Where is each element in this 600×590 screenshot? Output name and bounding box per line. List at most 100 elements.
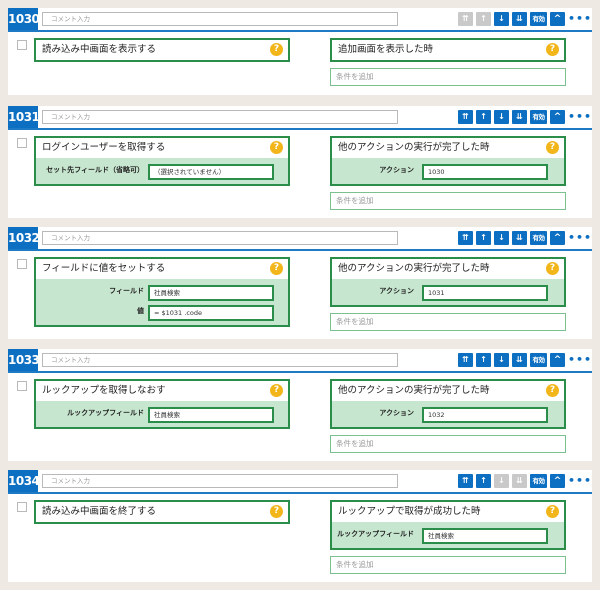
field-value[interactable]: （選択されていません） [148,164,274,180]
action-fields: セット先フィールド（省略可） （選択されていません） [36,158,288,184]
step-checkbox[interactable] [17,40,27,50]
move-top-button[interactable]: ⇈ [458,110,473,124]
collapse-button[interactable]: ^ [550,474,565,488]
step-header: 1034 コメント入力 ⇈ ↑ ↓ ⇊ 有効 ^ ••• [8,470,592,494]
help-icon[interactable]: ? [546,141,559,154]
field-label: セット先フィールド（省略可） [46,166,144,174]
field-value[interactable]: 社員検索 [148,285,274,301]
step-toolbar: ⇈ ↑ ↓ ⇊ 有効 ^ ••• [458,353,591,367]
comment-input[interactable]: コメント入力 [42,353,398,367]
help-icon[interactable]: ? [546,43,559,56]
step-number: 1034 [8,470,40,492]
action-title: 読み込み中画面を表示する ? [36,40,288,60]
move-bottom-button[interactable]: ⇊ [512,353,527,367]
collapse-button[interactable]: ^ [550,110,565,124]
move-top-button[interactable]: ⇈ [458,474,473,488]
more-menu-icon[interactable]: ••• [568,475,591,486]
move-top-button[interactable]: ⇈ [458,12,473,26]
field-value[interactable]: 社員検索 [148,407,274,423]
enabled-toggle[interactable]: 有効 [530,12,547,26]
field-label: ルックアップフィールド [67,409,144,417]
help-icon[interactable]: ? [546,262,559,275]
help-icon[interactable]: ? [270,141,283,154]
enabled-toggle[interactable]: 有効 [530,110,547,124]
move-up-button[interactable]: ↑ [476,12,491,26]
move-up-button[interactable]: ↑ [476,110,491,124]
move-down-button[interactable]: ↓ [494,353,509,367]
condition-title-text: 他のアクションの実行が完了した時 [338,142,490,153]
move-bottom-button[interactable]: ⇊ [512,12,527,26]
step-block: 1034 コメント入力 ⇈ ↑ ↓ ⇊ 有効 ^ ••• 読み込み中画面を終了す… [8,470,592,582]
move-down-button[interactable]: ↓ [494,110,509,124]
move-top-button[interactable]: ⇈ [458,353,473,367]
action-title-text: フィールドに値をセットする [42,263,166,274]
condition-box[interactable]: 他のアクションの実行が完了した時 ? アクション 1031 [330,257,566,307]
field-value[interactable]: 1030 [422,164,548,180]
move-down-button[interactable]: ↓ [494,231,509,245]
move-top-button[interactable]: ⇈ [458,231,473,245]
field-value[interactable]: = $1031 .code [148,305,274,321]
step-toolbar: ⇈ ↑ ↓ ⇊ 有効 ^ ••• [458,231,591,245]
condition-fields: アクション 1030 [332,158,564,184]
condition-fields: アクション 1032 [332,401,564,427]
add-condition-button[interactable]: 条件を追加 [330,435,566,453]
move-bottom-button[interactable]: ⇊ [512,474,527,488]
field-value[interactable]: 1032 [422,407,548,423]
help-icon[interactable]: ? [546,384,559,397]
more-menu-icon[interactable]: ••• [568,13,591,24]
help-icon[interactable]: ? [270,505,283,518]
move-up-button[interactable]: ↑ [476,231,491,245]
move-bottom-button[interactable]: ⇊ [512,110,527,124]
condition-box[interactable]: 他のアクションの実行が完了した時 ? アクション 1030 [330,136,566,186]
step-checkbox[interactable] [17,502,27,512]
more-menu-icon[interactable]: ••• [568,354,591,365]
action-box[interactable]: フィールドに値をセットする ? フィールド 社員検索値 = $1031 .code [34,257,290,327]
step-toolbar: ⇈ ↑ ↓ ⇊ 有効 ^ ••• [458,474,591,488]
add-condition-button[interactable]: 条件を追加 [330,313,566,331]
help-icon[interactable]: ? [546,505,559,518]
help-icon[interactable]: ? [270,262,283,275]
collapse-button[interactable]: ^ [550,353,565,367]
move-down-button[interactable]: ↓ [494,474,509,488]
comment-input[interactable]: コメント入力 [42,110,398,124]
enabled-toggle[interactable]: 有効 [530,474,547,488]
enabled-toggle[interactable]: 有効 [530,231,547,245]
comment-input[interactable]: コメント入力 [42,231,398,245]
add-condition-button[interactable]: 条件を追加 [330,68,566,86]
add-condition-button[interactable]: 条件を追加 [330,556,566,574]
field-value[interactable]: 1031 [422,285,548,301]
move-up-button[interactable]: ↑ [476,353,491,367]
field-row: セット先フィールド（省略可） （選択されていません） [36,160,288,180]
field-row: ルックアップフィールド 社員検索 [332,524,564,544]
add-condition-button[interactable]: 条件を追加 [330,192,566,210]
step-number: 1032 [8,227,40,249]
help-icon[interactable]: ? [270,43,283,56]
step-checkbox[interactable] [17,381,27,391]
field-value[interactable]: 社員検索 [422,528,548,544]
condition-box[interactable]: ルックアップで取得が成功した時 ? ルックアップフィールド 社員検索 [330,500,566,550]
step-checkbox[interactable] [17,259,27,269]
condition-fields: アクション 1031 [332,279,564,305]
condition-title: 他のアクションの実行が完了した時 ? [332,259,564,279]
action-box[interactable]: ログインユーザーを取得する ? セット先フィールド（省略可） （選択されていません… [34,136,290,186]
move-bottom-button[interactable]: ⇊ [512,231,527,245]
step-header: 1032 コメント入力 ⇈ ↑ ↓ ⇊ 有効 ^ ••• [8,227,592,251]
condition-box[interactable]: 他のアクションの実行が完了した時 ? アクション 1032 [330,379,566,429]
move-up-button[interactable]: ↑ [476,474,491,488]
help-icon[interactable]: ? [270,384,283,397]
more-menu-icon[interactable]: ••• [568,111,591,122]
more-menu-icon[interactable]: ••• [568,232,591,243]
condition-box[interactable]: 追加画面を表示した時 ? [330,38,566,62]
comment-input[interactable]: コメント入力 [42,12,398,26]
condition-title: ルックアップで取得が成功した時 ? [332,502,564,522]
collapse-button[interactable]: ^ [550,231,565,245]
action-box[interactable]: 読み込み中画面を表示する ? [34,38,290,62]
collapse-button[interactable]: ^ [550,12,565,26]
step-checkbox[interactable] [17,138,27,148]
comment-input[interactable]: コメント入力 [42,474,398,488]
step-header: 1030 コメント入力 ⇈ ↑ ↓ ⇊ 有効 ^ ••• [8,8,592,32]
enabled-toggle[interactable]: 有効 [530,353,547,367]
action-box[interactable]: 読み込み中画面を終了する ? [34,500,290,524]
action-box[interactable]: ルックアップを取得しなおす ? ルックアップフィールド 社員検索 [34,379,290,429]
move-down-button[interactable]: ↓ [494,12,509,26]
